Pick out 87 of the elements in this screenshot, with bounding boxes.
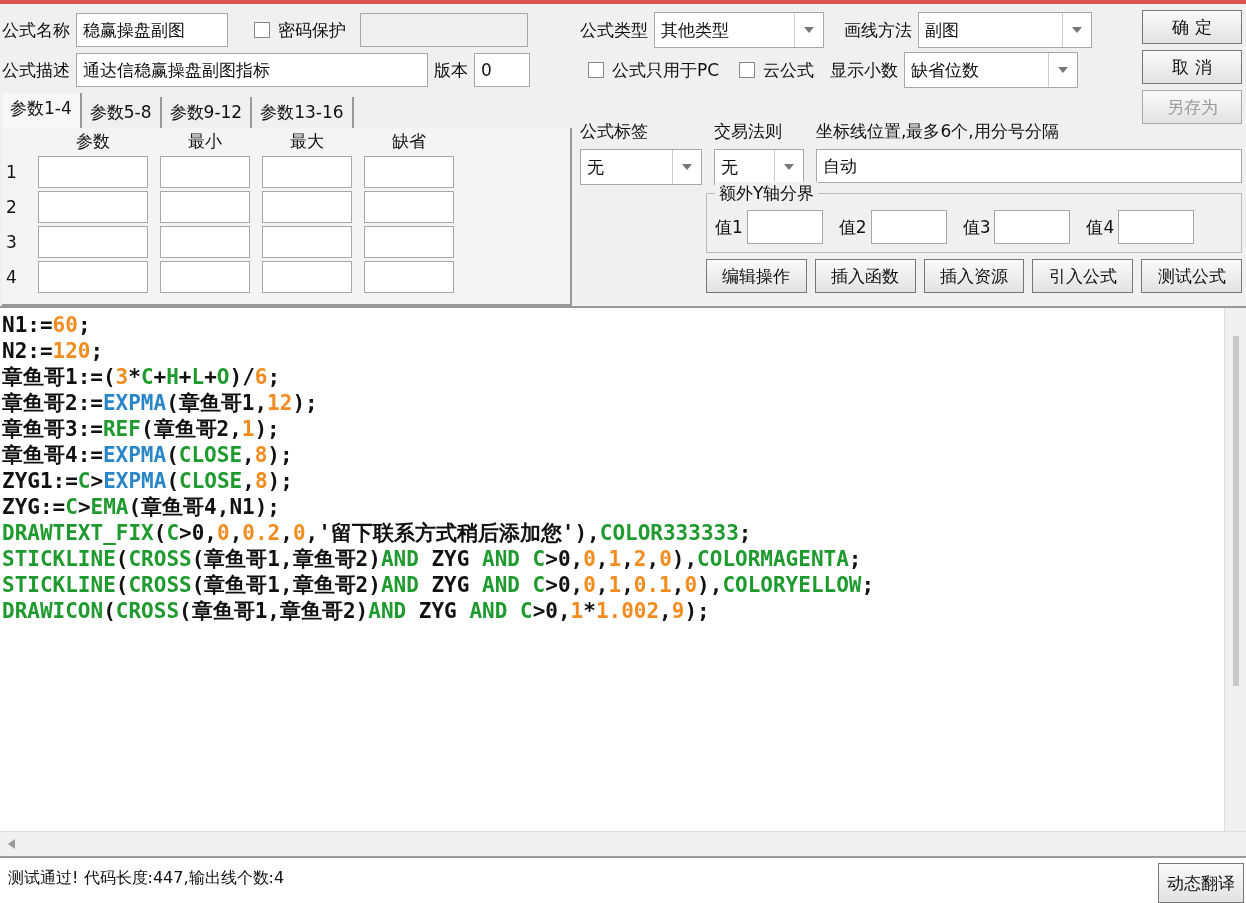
code-line: 章鱼哥3:=REF(章鱼哥2,1);: [2, 416, 281, 442]
version-field[interactable]: 0: [474, 53, 530, 87]
input-field[interactable]: [262, 156, 352, 188]
dropdown[interactable]: 其他类型: [654, 12, 824, 48]
axis-field[interactable]: 自动: [816, 149, 1242, 183]
input-field[interactable]: [262, 226, 352, 258]
checkbox-label: 密码保护: [278, 18, 346, 42]
caret-icon: [682, 164, 692, 170]
code-line: N2:=120;: [2, 338, 105, 364]
input-field[interactable]: [262, 261, 352, 293]
input-field[interactable]: [38, 156, 148, 188]
code-line: N1:=60;: [2, 312, 92, 338]
column-header: 缺省: [391, 130, 427, 153]
field-label: 值4: [1086, 215, 1115, 239]
tool-button[interactable]: 插入函数: [814, 259, 916, 293]
dropdown[interactable]: 无: [714, 149, 804, 185]
description-field[interactable]: 通达信稳赢操盘副图指标: [76, 53, 428, 87]
input-field[interactable]: [994, 210, 1071, 244]
field-label: 坐标线位置,最多6个,用分号分隔: [816, 120, 1060, 143]
caret-icon: [1072, 27, 1082, 33]
field-label: 公式标签: [580, 120, 649, 143]
row-number: 3: [6, 232, 18, 252]
scroll-left-icon[interactable]: [8, 839, 15, 849]
tool-button[interactable]: 插入资源: [923, 259, 1025, 293]
code-line: STICKLINE(CROSS(章鱼哥1,章鱼哥2)AND ZYG AND C>0,0,1,0.1,0),COLORYELLOW;: [2, 572, 876, 598]
field-label: 公式描述: [2, 58, 70, 82]
input-field[interactable]: [160, 156, 250, 188]
tool-button[interactable]: 编辑操作: [706, 259, 807, 293]
row-number: 2: [6, 197, 18, 217]
dropdown[interactable]: 副图: [918, 12, 1092, 48]
checkbox-label: 云公式: [763, 58, 815, 82]
caret-icon: [1058, 67, 1069, 73]
code-line: 章鱼哥1:=(3*C+H+L+O)/6;: [2, 364, 282, 390]
input-field[interactable]: [262, 191, 352, 223]
code-line: 章鱼哥2:=EXPMA(章鱼哥1,12);: [2, 390, 319, 416]
dropdown[interactable]: 缺省位数: [904, 52, 1079, 88]
input-field[interactable]: [38, 261, 148, 293]
column-header: 参数: [75, 130, 111, 153]
row-number: 4: [6, 267, 18, 287]
column-header: 最小: [187, 130, 223, 153]
group-title: 额外Y轴分界: [715, 182, 819, 205]
checkbox[interactable]: [739, 62, 756, 78]
dropdown[interactable]: 无: [580, 149, 702, 185]
code-line: ZYG:=C>EMA(章鱼哥4,N1);: [2, 494, 281, 520]
input-field[interactable]: [364, 261, 454, 293]
column-header: 最大: [289, 130, 325, 153]
input-field[interactable]: [1118, 210, 1195, 244]
tab[interactable]: 参数1-4: [2, 93, 82, 128]
input-field[interactable]: [160, 191, 250, 223]
checkbox[interactable]: [254, 22, 270, 38]
input-field[interactable]: [746, 210, 823, 244]
code-line: STICKLINE(CROSS(章鱼哥1,章鱼哥2)AND ZYG AND C>0,0,1,2,0),COLORMAGENTA;: [2, 546, 863, 572]
field-label: 版本: [434, 58, 468, 82]
code-line: 章鱼哥4:=EXPMA(CLOSE,8);: [2, 442, 294, 468]
field-label: 值1: [715, 215, 743, 239]
input-field[interactable]: [160, 261, 250, 293]
field-label: 值3: [962, 215, 991, 239]
checkbox-label: 公式只用于PC: [612, 58, 720, 82]
dialog-button[interactable]: 确 定: [1142, 10, 1242, 44]
scrollbar[interactable]: [0, 831, 1246, 856]
code-line: ZYG1:=C>EXPMA(CLOSE,8);: [2, 468, 294, 494]
checkbox[interactable]: [588, 62, 604, 78]
tool-button[interactable]: 引入公式: [1032, 259, 1134, 293]
status-message: 测试通过! 代码长度:447,输出线个数:4: [7, 868, 285, 889]
input-field[interactable]: [364, 191, 454, 223]
row-number: 1: [6, 162, 18, 182]
input-field[interactable]: [160, 226, 250, 258]
input-field[interactable]: [364, 226, 454, 258]
field-label: 公式名称: [2, 18, 70, 42]
field-label: 公式类型: [580, 18, 648, 42]
translate-button[interactable]: 动态翻译: [1158, 863, 1244, 903]
input-field[interactable]: [38, 226, 148, 258]
input-field[interactable]: [870, 210, 947, 244]
tool-button[interactable]: 测试公式: [1141, 259, 1242, 293]
input-field[interactable]: [364, 156, 454, 188]
dialog-button[interactable]: 取 消: [1142, 50, 1242, 84]
input-field[interactable]: [38, 191, 148, 223]
code-line: DRAWICON(CROSS(章鱼哥1,章鱼哥2)AND ZYG AND C>0,1*1.002,9);: [2, 598, 711, 624]
code-line: DRAWTEXT_FIX(C>0,0,0.2,0,'留下联系方式稍后添加您'),COLOR333333;: [2, 520, 753, 546]
field-label: 值2: [838, 215, 867, 239]
caret-icon: [804, 27, 814, 33]
field-label: 显示小数: [830, 58, 899, 82]
field-label: 交易法则: [714, 120, 783, 143]
scrollbar[interactable]: [1224, 308, 1246, 831]
field-label: 画线方法: [844, 18, 912, 42]
caret-icon: [784, 164, 794, 170]
name-field[interactable]: 稳赢操盘副图: [76, 13, 228, 47]
